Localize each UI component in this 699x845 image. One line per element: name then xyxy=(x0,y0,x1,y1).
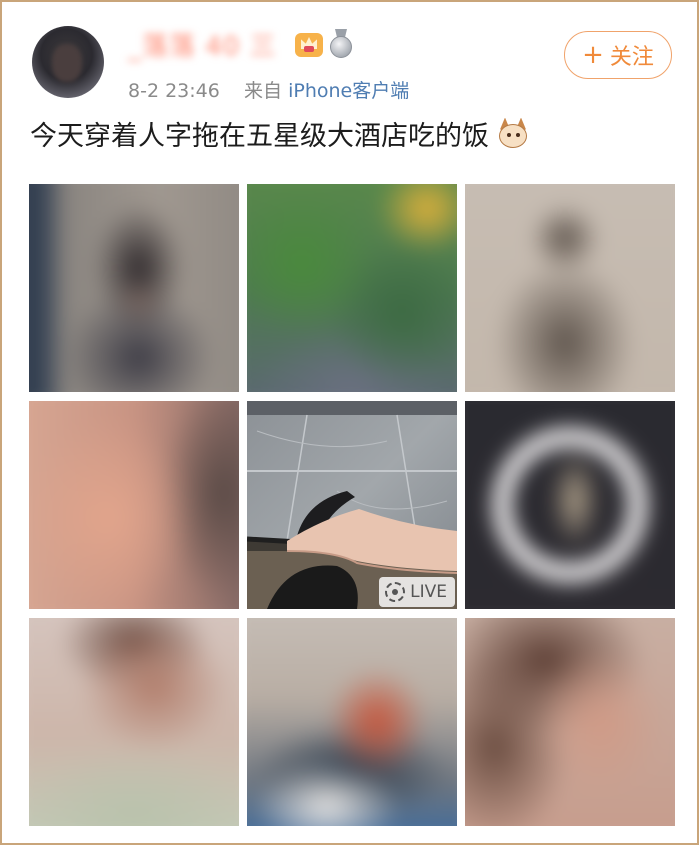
live-badge-label: LIVE xyxy=(410,582,447,602)
post-text-content: 今天穿着人字拖在五星级大酒店吃的饭 xyxy=(30,121,489,152)
source-link[interactable]: iPhone客户端 xyxy=(288,80,409,102)
plus-icon: + xyxy=(582,40,604,70)
username[interactable]: _落落 40 三 xyxy=(128,26,288,62)
avatar[interactable] xyxy=(32,26,104,98)
crown-vip-icon[interactable] xyxy=(295,33,323,57)
live-badge[interactable]: LIVE xyxy=(379,577,455,607)
post-meta: 8-2 23:46 来自 iPhone客户端 xyxy=(128,76,409,103)
source-prefix: 来自 xyxy=(244,80,283,102)
photo-1[interactable] xyxy=(29,184,239,392)
avatar-face xyxy=(52,44,82,82)
photo-3[interactable] xyxy=(465,184,675,392)
post-text: 今天穿着人字拖在五星级大酒店吃的饭 xyxy=(30,114,529,153)
silver-medal-icon[interactable] xyxy=(328,29,354,59)
photo-8[interactable] xyxy=(247,618,457,826)
photo-6[interactable] xyxy=(465,401,675,609)
photo-5[interactable]: LIVE xyxy=(247,401,457,609)
post-timestamp: 8-2 23:46 xyxy=(128,80,220,102)
cat-face-icon xyxy=(497,117,529,150)
photo-2[interactable] xyxy=(247,184,457,392)
follow-label: 关注 xyxy=(609,45,654,70)
medal-disc xyxy=(330,36,352,58)
follow-button[interactable]: + 关注 xyxy=(564,31,672,79)
weibo-post-card: _落落 40 三 8-2 23:46 来自 iPhone客户端 + 关注 今天穿… xyxy=(0,0,699,845)
photo-4[interactable] xyxy=(29,401,239,609)
live-photo-icon xyxy=(385,582,406,602)
username-text[interactable]: _落落 40 三 xyxy=(128,26,277,63)
photo-9[interactable] xyxy=(465,618,675,826)
photo-7[interactable] xyxy=(29,618,239,826)
